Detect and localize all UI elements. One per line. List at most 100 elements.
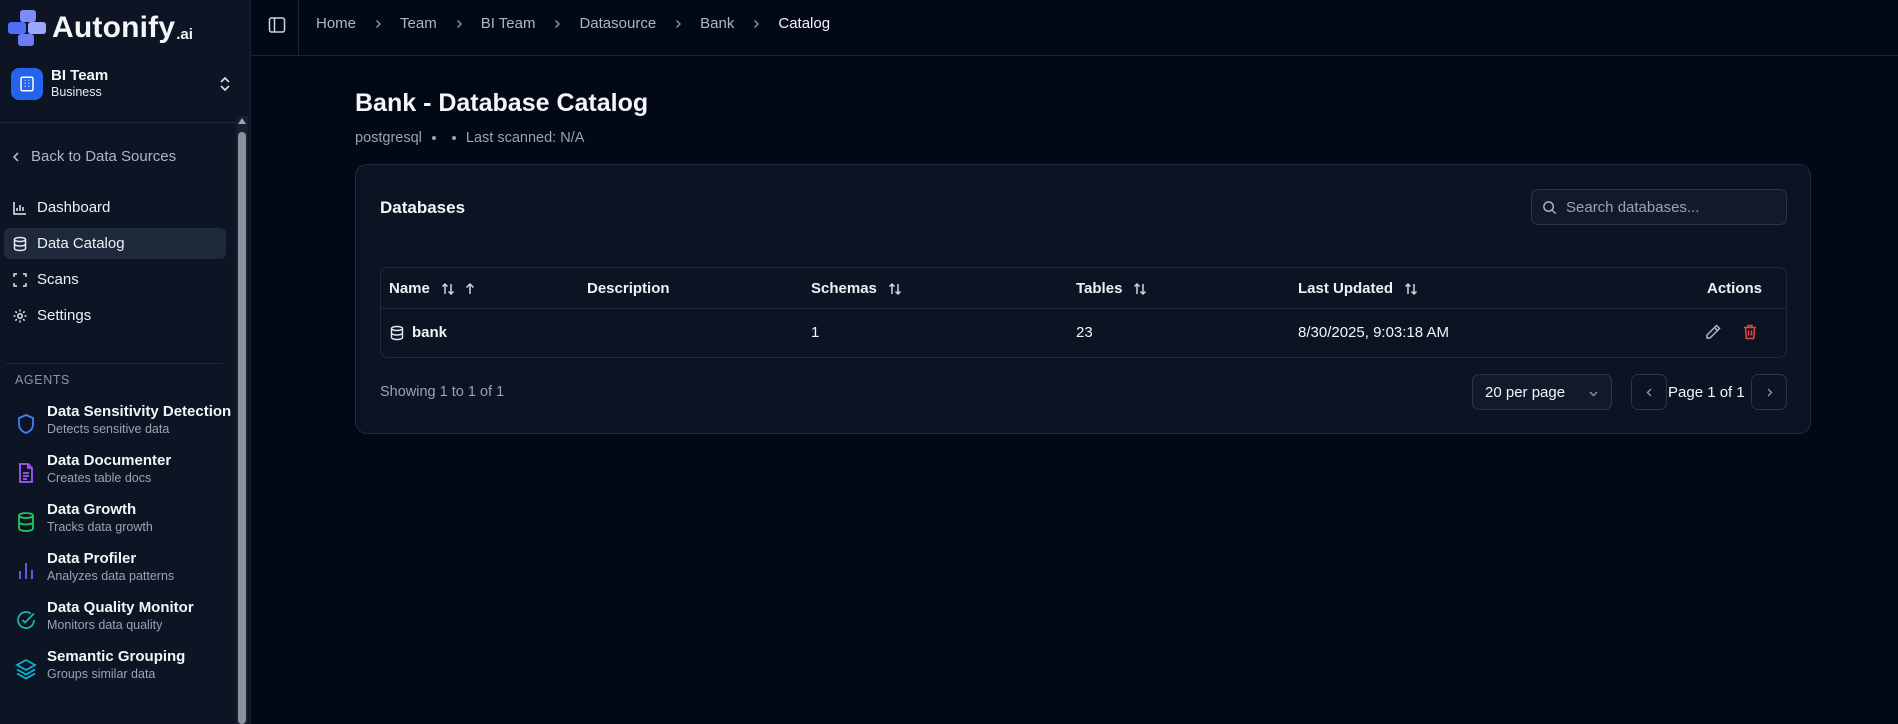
- sidebar-item-data-catalog[interactable]: Data Catalog: [4, 228, 226, 259]
- back-link-label: Back to Data Sources: [31, 148, 177, 165]
- table-row[interactable]: bank 1 23 8/30/2025, 9:03:18 AM: [381, 309, 1786, 358]
- back-to-data-sources-link[interactable]: Back to Data Sources: [10, 148, 176, 165]
- meta-separator-dot: [431, 136, 436, 140]
- agents-section-title: AGENTS: [15, 373, 70, 387]
- previous-page-button[interactable]: [1631, 374, 1667, 410]
- agent-desc: Groups similar data: [47, 667, 156, 681]
- column-label: Tables: [1076, 280, 1123, 297]
- page-meta: postgresql Last scanned: N/A: [355, 130, 584, 146]
- sidebar-item-dashboard[interactable]: Dashboard: [4, 192, 226, 223]
- agent-data-documenter[interactable]: Data Documenter Creates table docs: [12, 451, 234, 487]
- chevron-down-icon: [1589, 391, 1598, 397]
- scan-icon: [13, 272, 27, 287]
- sidebar-nav: Dashboard Data Catalog Scans Settings: [4, 192, 226, 336]
- building-icon: [11, 68, 43, 100]
- sidebar-scrollbar[interactable]: [236, 116, 248, 724]
- agent-name: Semantic Grouping: [47, 648, 186, 665]
- agent-name: Data Sensitivity Detection: [47, 403, 232, 420]
- shield-icon: [18, 414, 34, 434]
- brand-logo[interactable]: Autonify .ai: [6, 6, 193, 50]
- chevron-right-icon: [754, 19, 760, 28]
- per-page-select[interactable]: 20 per page: [1472, 374, 1612, 410]
- breadcrumb-catalog: Catalog: [778, 15, 831, 32]
- sidebar-item-label: Settings: [37, 307, 92, 324]
- column-header-tables[interactable]: Tables: [1076, 280, 1148, 297]
- card-title: Databases: [380, 198, 466, 217]
- per-page-value: 20 per page: [1485, 383, 1566, 401]
- page-indicator: Page 1 of 1: [1668, 384, 1745, 401]
- column-label: Last Updated: [1298, 280, 1394, 297]
- agent-name: Data Profiler: [47, 550, 137, 567]
- scroll-up-arrow-icon[interactable]: [238, 118, 246, 124]
- database-icon: [390, 325, 404, 340]
- sidebar-item-label: Data Catalog: [37, 235, 125, 252]
- sidebar-item-label: Dashboard: [37, 199, 111, 216]
- page-title: Bank - Database Catalog: [355, 89, 649, 117]
- cell-schemas: 1: [811, 324, 820, 341]
- agent-name: Data Documenter: [47, 452, 172, 469]
- breadcrumb-datasource[interactable]: Datasource: [579, 15, 656, 32]
- column-label: Schemas: [811, 280, 877, 297]
- chevron-right-icon: [376, 19, 382, 28]
- agent-desc: Tracks data growth: [47, 520, 153, 534]
- agent-data-growth[interactable]: Data Growth Tracks data growth: [12, 500, 234, 536]
- agent-desc: Detects sensitive data: [47, 422, 170, 436]
- divider: [298, 0, 299, 56]
- breadcrumb-team[interactable]: Team: [400, 15, 437, 32]
- column-header-name[interactable]: Name: [389, 280, 476, 297]
- layers-icon: [15, 658, 37, 680]
- databases-card: Databases Name Description Schemas Table…: [355, 164, 1811, 434]
- trash-icon[interactable]: [1741, 323, 1759, 341]
- breadcrumb-bi-team[interactable]: BI Team: [481, 15, 536, 32]
- column-label: Actions: [1707, 280, 1763, 297]
- cell-last-updated: 8/30/2025, 9:03:18 AM: [1298, 324, 1449, 341]
- chevron-left-icon: [12, 151, 19, 162]
- last-scanned: Last scanned: N/A: [465, 130, 585, 146]
- breadcrumb-bank[interactable]: Bank: [700, 15, 734, 32]
- meta-separator-dot: [451, 136, 456, 140]
- sidebar-toggle-icon[interactable]: [268, 16, 286, 34]
- sidebar-item-scans[interactable]: Scans: [4, 264, 226, 295]
- check-circle-icon: [17, 611, 35, 629]
- column-header-schemas[interactable]: Schemas: [811, 280, 903, 297]
- edit-icon[interactable]: [1704, 323, 1722, 341]
- bar-chart-icon: [13, 201, 26, 215]
- sidebar-item-settings[interactable]: Settings: [4, 300, 226, 331]
- sort-icon[interactable]: [1403, 281, 1419, 297]
- cell-name[interactable]: bank: [389, 324, 447, 341]
- sort-icon[interactable]: [1132, 281, 1148, 297]
- brand-name: Autonify: [52, 11, 176, 44]
- team-name: BI Team: [51, 67, 109, 84]
- team-plan: Business: [51, 85, 102, 99]
- divider: [6, 363, 223, 364]
- agent-data-profiler[interactable]: Data Profiler Analyzes data patterns: [12, 549, 234, 585]
- search-box[interactable]: [1531, 189, 1787, 225]
- agent-data-sensitivity-detection[interactable]: Data Sensitivity Detection Detects sensi…: [12, 402, 234, 438]
- sort-icon[interactable]: [440, 281, 456, 297]
- next-page-button[interactable]: [1751, 374, 1787, 410]
- agent-data-quality-monitor[interactable]: Data Quality Monitor Monitors data quali…: [12, 598, 234, 634]
- chevron-right-icon: [456, 19, 462, 28]
- agent-desc: Creates table docs: [47, 471, 152, 485]
- agent-desc: Analyzes data patterns: [47, 569, 175, 583]
- team-switcher[interactable]: BI Team Business: [11, 66, 237, 102]
- search-input[interactable]: [1566, 198, 1776, 216]
- scrollbar-thumb[interactable]: [238, 132, 246, 724]
- sidebar-item-label: Scans: [37, 271, 79, 288]
- brand-suffix: .ai: [176, 25, 193, 43]
- database-name: bank: [412, 324, 448, 341]
- agent-semantic-grouping[interactable]: Semantic Grouping Groups similar data: [12, 647, 234, 683]
- search-icon: [1543, 200, 1557, 214]
- breadcrumb-home[interactable]: Home: [316, 15, 356, 32]
- databases-table: Name Description Schemas Tables Last Upd…: [380, 267, 1787, 358]
- sort-icon[interactable]: [887, 281, 903, 297]
- arrow-up-icon: [465, 282, 474, 294]
- breadcrumb: Home Team BI Team Datasource Bank Catalo…: [316, 15, 830, 32]
- sidebar: Autonify .ai BI Team Business Back to Da…: [0, 0, 251, 724]
- logo-icon: [8, 10, 46, 46]
- table-header: Name Description Schemas Tables Last Upd…: [381, 268, 1786, 309]
- column-header-actions: Actions: [1707, 280, 1762, 297]
- column-header-last-updated[interactable]: Last Updated: [1298, 280, 1419, 297]
- pagination-summary: Showing 1 to 1 of 1: [380, 384, 505, 400]
- db-type: postgresql: [355, 130, 422, 146]
